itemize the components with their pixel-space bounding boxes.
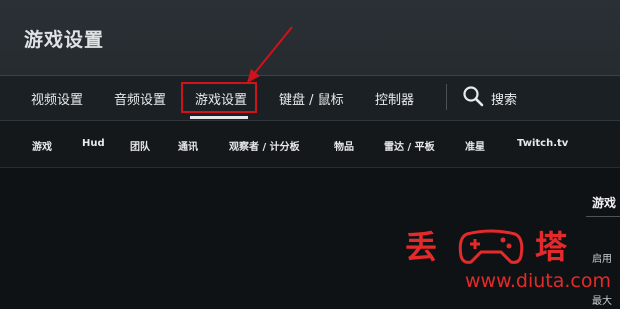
page-title: 游戏设置 (24, 29, 105, 51)
subtab-communication[interactable]: 通讯 (178, 138, 198, 153)
watermark-right-char: 塔 (535, 228, 568, 266)
side-divider (586, 216, 620, 217)
subtab-game[interactable]: 游戏 (32, 138, 52, 153)
subtab-hud[interactable]: Hud (82, 138, 105, 149)
tab-video-settings[interactable]: 视频设置 (31, 89, 83, 108)
subtab-items[interactable]: 物品 (334, 138, 354, 153)
active-tab-highlight-box (181, 82, 257, 113)
subtab-team[interactable]: 团队 (130, 138, 150, 153)
search-icon[interactable] (462, 85, 484, 107)
subtab-spectator-scoreboard[interactable]: 观察者 / 计分板 (229, 138, 300, 153)
tab-keyboard-mouse[interactable]: 键盘 / 鼠标 (279, 89, 344, 108)
side-section-heading: 游戏 (592, 196, 617, 210)
subtab-twitch[interactable]: Twitch.tv (517, 138, 568, 149)
tab-controller[interactable]: 控制器 (375, 89, 414, 108)
nav-divider (446, 84, 447, 110)
search-label[interactable]: 搜索 (491, 89, 517, 108)
gamepad-icon (458, 229, 524, 264)
subtab-crosshair[interactable]: 准星 (465, 138, 485, 153)
watermark-url: www.diuta.com (465, 270, 612, 292)
tab-audio-settings[interactable]: 音频设置 (114, 89, 166, 108)
subtab-radar-tablet[interactable]: 雷达 / 平板 (384, 138, 435, 153)
settings-header: 游戏设置 (0, 0, 620, 76)
watermark-left-char: 丢 (405, 228, 438, 266)
site-watermark: 丢 塔 www.diuta.com (405, 222, 611, 300)
active-tab-underline (190, 116, 248, 119)
